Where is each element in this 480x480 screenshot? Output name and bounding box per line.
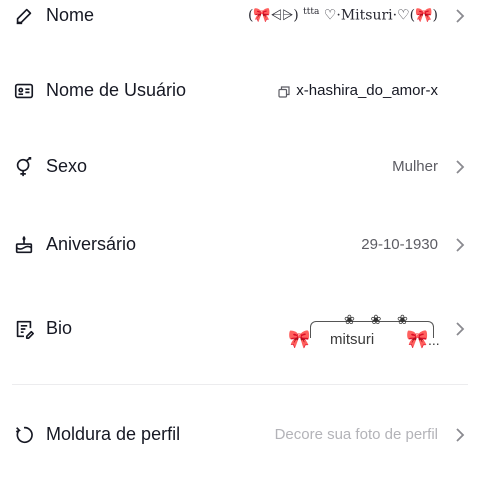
id-card-icon (12, 79, 36, 103)
birthday-value: 29-10-1930 (361, 236, 438, 253)
copy-icon[interactable] (278, 85, 290, 98)
chevron-right-icon (454, 237, 466, 253)
name-value-sup: ttta (303, 7, 320, 17)
name-label: Nome (46, 5, 95, 25)
cake-icon (12, 233, 36, 257)
gender-row[interactable]: Sexo Mulher (0, 155, 480, 179)
username-row[interactable]: Nome de Usuário x-hashira_do_amor-x (0, 79, 480, 103)
chevron-right-icon (454, 427, 466, 443)
name-row[interactable]: Nome (🎀⩤⩥) ttta ♡·Mitsuri·♡(🎀) (0, 4, 480, 28)
profile-frame-placeholder: Decore sua foto de perfil (274, 426, 438, 443)
gender-value: Mulher (392, 158, 438, 175)
chevron-right-icon (454, 159, 466, 175)
username-label: Nome de Usuário (46, 80, 187, 100)
bio-flowers: ❀ ❀ ❀ (344, 312, 414, 327)
username-value[interactable]: x-hashira_do_amor-x (278, 82, 438, 99)
gender-label: Sexo (46, 156, 88, 176)
chevron-right-icon (454, 8, 466, 24)
profile-frame-label: Moldura de perfil (46, 424, 181, 444)
bio-name: mitsuri (330, 331, 375, 348)
name-value-prefix: (🎀⩤⩥) (247, 7, 299, 24)
divider (12, 384, 468, 385)
bio-label: Bio (46, 318, 73, 338)
bio-value: ❀ ❀ ❀ 🎀 mitsuri 🎀 ... (288, 312, 440, 352)
refresh-icon (12, 423, 36, 447)
name-value-main: ♡·Mitsuri·♡(🎀) (323, 7, 438, 24)
bow-icon-right: 🎀 (406, 329, 429, 349)
bio-ellipsis: ... (428, 332, 440, 348)
profile-frame-row[interactable]: Moldura de perfil Decore sua foto de per… (0, 423, 480, 447)
note-edit-icon (12, 317, 36, 341)
name-value: (🎀⩤⩥) ttta ♡·Mitsuri·♡(🎀) (248, 7, 438, 24)
pencil-icon (12, 4, 36, 28)
username-text: x-hashira_do_amor-x (296, 82, 438, 99)
bow-icon-left: 🎀 (288, 329, 311, 349)
chevron-right-icon (454, 321, 466, 337)
gender-icon (12, 155, 36, 179)
birthday-row[interactable]: Aniversário 29-10-1930 (0, 233, 480, 257)
birthday-label: Aniversário (46, 234, 137, 254)
